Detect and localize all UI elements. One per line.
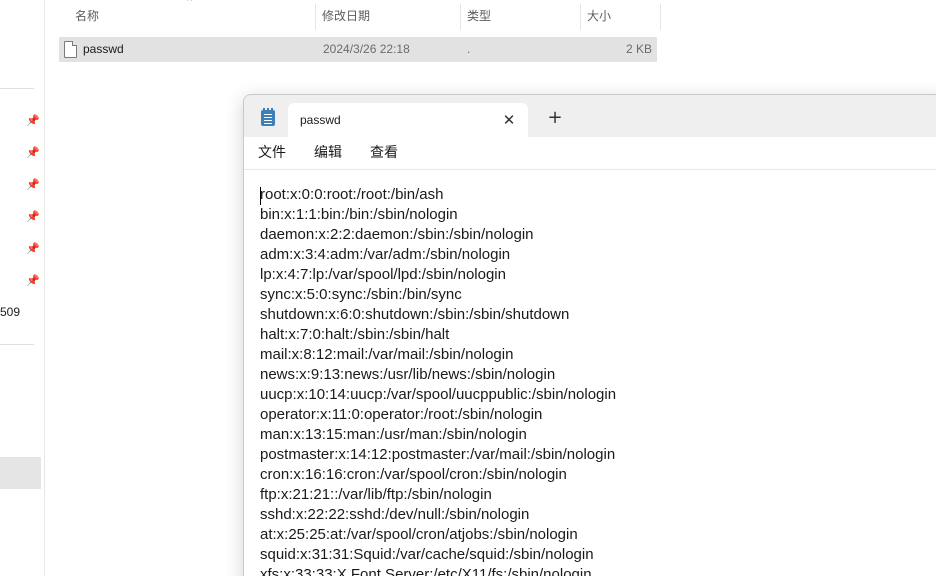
file-modified: 2024/3/26 22:18 [323,42,410,56]
nav-divider [0,88,34,89]
text-line: at:x:25:25:at:/var/spool/cron/atjobs:/sb… [260,526,578,543]
nav-item-selected[interactable] [0,457,41,489]
file-type: . [467,42,471,56]
notepad-window: passwd ✕ + 文件 编辑 查看 root:x:0:0:root:/roo… [243,94,936,576]
text-line: news:x:9:13:news:/usr/lib/news:/sbin/nol… [260,366,556,383]
column-divider[interactable] [660,4,661,30]
tab-passwd[interactable]: passwd ✕ [288,103,528,137]
text-line: halt:x:7:0:halt:/sbin:/sbin/halt [260,326,450,343]
column-divider[interactable] [580,4,581,30]
text-line: xfs:x:33:33:X Font Server:/etc/X11/fs:/s… [260,566,592,576]
text-line: daemon:x:2:2:daemon:/sbin:/sbin/nologin [260,226,534,243]
text-line: man:x:13:15:man:/usr/man:/sbin/nologin [260,426,527,443]
text-line: uucp:x:10:14:uucp:/var/spool/uucppublic:… [260,386,617,403]
column-header-type[interactable]: 类型 [467,0,491,32]
file-name: passwd [83,42,124,56]
desktop: 📌 📌 📌 📌 📌 📌 509 ^ 名称 修改日期 类型 大小 passwd 2… [0,0,936,576]
close-icon[interactable]: ✕ [500,111,518,129]
file-icon [64,41,77,58]
text-line: postmaster:x:14:12:postmaster:/var/mail:… [260,446,616,463]
column-divider[interactable] [315,4,316,30]
column-header-size[interactable]: 大小 [587,0,611,32]
text-line: sync:x:5:0:sync:/sbin:/bin/sync [260,286,462,303]
column-header-name[interactable]: 名称 [75,0,99,32]
file-row-passwd[interactable]: passwd 2024/3/26 22:18 . 2 KB [59,37,657,62]
text-editor[interactable]: root:x:0:0:root:/root:/bin/ash bin:x:1:1… [244,170,936,576]
menu-view[interactable]: 查看 [370,137,398,169]
pin-icon[interactable]: 📌 [26,147,40,159]
text-line: squid:x:31:31:Squid:/var/cache/squid:/sb… [260,546,594,563]
pin-icon[interactable]: 📌 [26,211,40,223]
pin-icon[interactable]: 📌 [26,275,40,287]
pin-icon[interactable]: 📌 [26,243,40,255]
text-line: root:x:0:0:root:/root:/bin/ash [260,186,444,203]
notepad-menubar: 文件 编辑 查看 [244,137,936,170]
sort-ascending-icon: ^ [187,0,192,7]
text-line: mail:x:8:12:mail:/var/mail:/sbin/nologin [260,346,514,363]
explorer-nav-pane: 📌 📌 📌 📌 📌 📌 509 [0,0,45,576]
text-line: sshd:x:22:22:sshd:/dev/null:/sbin/nologi… [260,506,530,523]
text-line: operator:x:11:0:operator:/root:/sbin/nol… [260,406,543,423]
pin-icon[interactable]: 📌 [26,179,40,191]
nav-item-label[interactable]: 509 [0,305,20,319]
text-line: adm:x:3:4:adm:/var/adm:/sbin/nologin [260,246,511,263]
text-line: ftp:x:21:21::/var/lib/ftp:/sbin/nologin [260,486,492,503]
text-line: lp:x:4:7:lp:/var/spool/lpd:/sbin/nologin [260,266,506,283]
text-line: cron:x:16:16:cron:/var/spool/cron:/sbin/… [260,466,567,483]
menu-edit[interactable]: 编辑 [314,137,342,169]
notepad-icon [261,108,275,126]
text-line: bin:x:1:1:bin:/bin:/sbin/nologin [260,206,458,223]
column-header-modified[interactable]: 修改日期 [322,0,370,32]
text-line: shutdown:x:6:0:shutdown:/sbin:/sbin/shut… [260,306,570,323]
plus-icon[interactable]: + [545,107,565,129]
nav-divider [0,344,34,345]
column-divider[interactable] [460,4,461,30]
notepad-titlebar[interactable]: passwd ✕ + [244,95,936,137]
file-size: 2 KB [626,42,653,56]
pin-icon[interactable]: 📌 [26,115,40,127]
menu-file[interactable]: 文件 [258,137,286,169]
tab-title: passwd [300,113,341,127]
